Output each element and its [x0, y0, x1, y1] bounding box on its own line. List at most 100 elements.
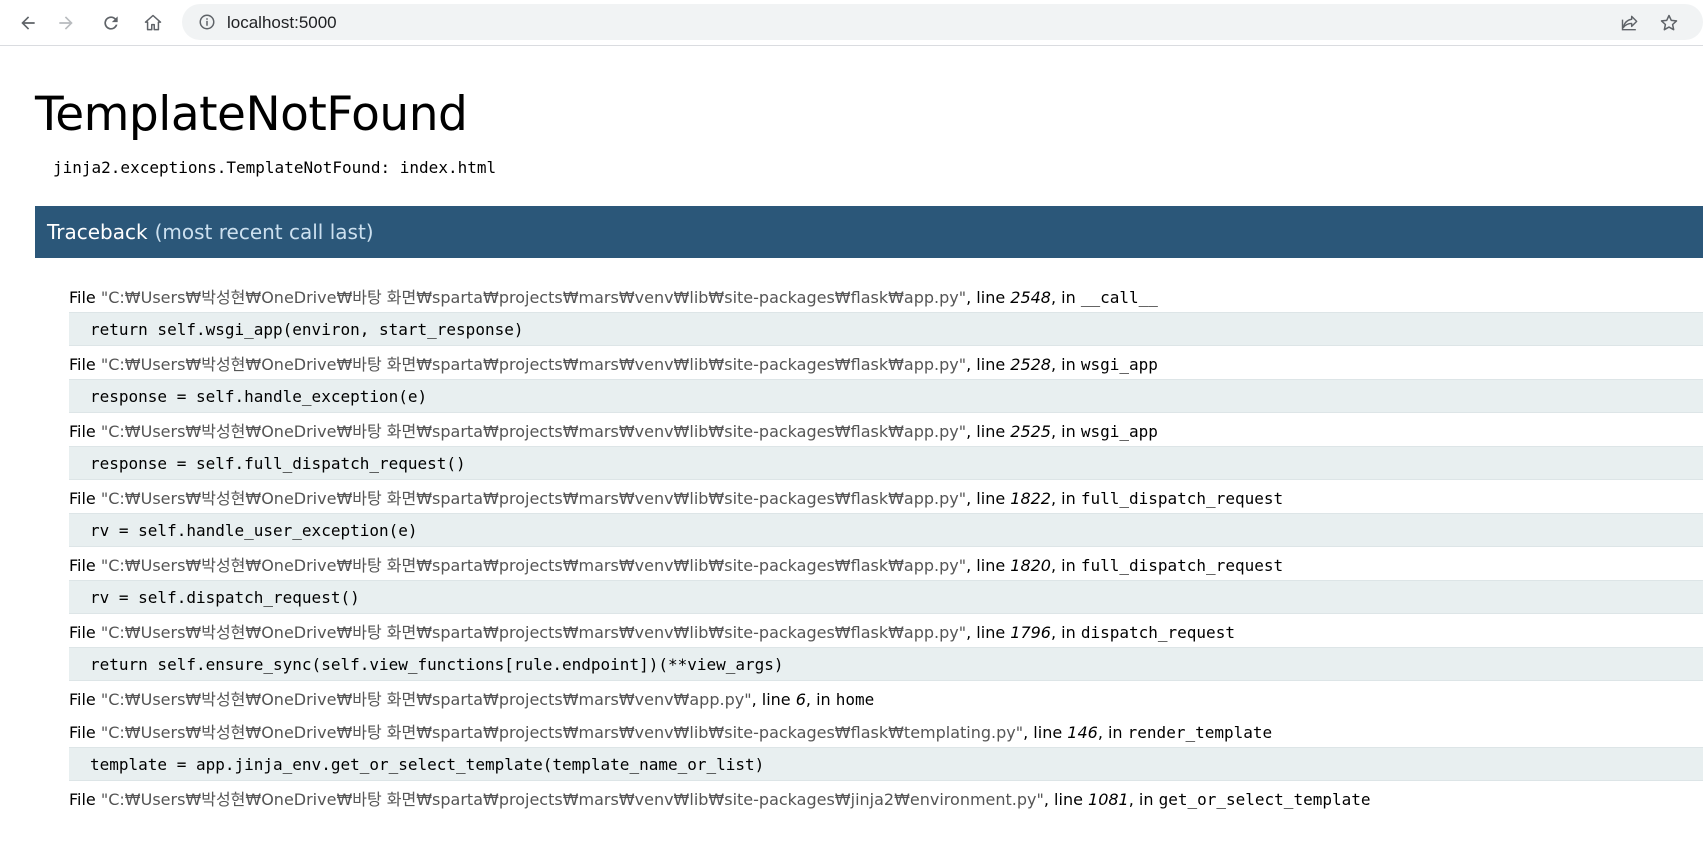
frame-line-label: , line: [966, 355, 1011, 374]
frame-function: wsgi_app: [1080, 355, 1158, 374]
frame-filename: "C:₩Users₩박성현₩OneDrive₩바탕 화면₩sparta₩proj…: [100, 489, 967, 508]
frame-in-label: , in: [805, 690, 836, 709]
frame-line-label: , line: [966, 422, 1011, 441]
traceback-frame: File "C:₩Users₩박성현₩OneDrive₩바탕 화면₩sparta…: [69, 619, 1703, 681]
traceback-frame: File "C:₩Users₩박성현₩OneDrive₩바탕 화면₩sparta…: [69, 786, 1703, 814]
frame-file-prefix: File: [69, 690, 101, 709]
frame-file-prefix: File: [69, 723, 101, 742]
frame-in-label: , in: [1128, 790, 1159, 809]
frame-location: File "C:₩Users₩박성현₩OneDrive₩바탕 화면₩sparta…: [69, 786, 1703, 814]
frame-line-label: , line: [1023, 723, 1068, 742]
traceback-subheading: (most recent call last): [154, 220, 374, 244]
traceback-frame: File "C:₩Users₩박성현₩OneDrive₩바탕 화면₩sparta…: [69, 284, 1703, 346]
frame-location: File "C:₩Users₩박성현₩OneDrive₩바탕 화면₩sparta…: [69, 619, 1703, 647]
traceback-frame: File "C:₩Users₩박성현₩OneDrive₩바탕 화면₩sparta…: [69, 351, 1703, 413]
frame-file-prefix: File: [69, 790, 101, 809]
frame-code[interactable]: template = app.jinja_env.get_or_select_t…: [69, 747, 1703, 781]
frame-function: render_template: [1127, 723, 1273, 742]
share-icon[interactable]: [1620, 13, 1640, 33]
home-button[interactable]: [137, 7, 169, 39]
frame-line-label: , line: [966, 556, 1011, 575]
frame-line-number: 1081: [1088, 790, 1129, 809]
frame-line-label: , line: [966, 288, 1011, 307]
frame-filename: "C:₩Users₩박성현₩OneDrive₩바탕 화면₩sparta₩proj…: [100, 723, 1024, 742]
frame-function: full_dispatch_request: [1080, 556, 1284, 575]
frame-location: File "C:₩Users₩박성현₩OneDrive₩바탕 화면₩sparta…: [69, 418, 1703, 446]
traceback-frame: File "C:₩Users₩박성현₩OneDrive₩바탕 화면₩sparta…: [69, 485, 1703, 547]
frame-line-label: , line: [751, 690, 796, 709]
frame-code[interactable]: rv = self.dispatch_request(): [69, 580, 1703, 614]
frame-line-number: 6: [795, 690, 806, 709]
frame-location: File "C:₩Users₩박성현₩OneDrive₩바탕 화면₩sparta…: [69, 284, 1703, 312]
frame-line-number: 2548: [1010, 288, 1051, 307]
frame-filename: "C:₩Users₩박성현₩OneDrive₩바탕 화면₩sparta₩proj…: [100, 623, 967, 642]
frame-file-prefix: File: [69, 556, 101, 575]
frame-in-label: , in: [1050, 355, 1081, 374]
frame-file-prefix: File: [69, 489, 101, 508]
frame-in-label: , in: [1050, 623, 1081, 642]
frame-code[interactable]: response = self.handle_exception(e): [69, 379, 1703, 413]
forward-button[interactable]: [50, 7, 82, 39]
frame-location: File "C:₩Users₩박성현₩OneDrive₩바탕 화면₩sparta…: [69, 485, 1703, 513]
frame-in-label: , in: [1050, 556, 1081, 575]
frame-code[interactable]: return self.wsgi_app(environ, start_resp…: [69, 312, 1703, 346]
frame-file-prefix: File: [69, 422, 101, 441]
frame-line-number: 2528: [1010, 355, 1051, 374]
error-message: jinja2.exceptions.TemplateNotFound: inde…: [53, 158, 497, 177]
back-button[interactable]: [12, 7, 44, 39]
frame-location: File "C:₩Users₩박성현₩OneDrive₩바탕 화면₩sparta…: [69, 686, 1703, 714]
frame-filename: "C:₩Users₩박성현₩OneDrive₩바탕 화면₩sparta₩proj…: [100, 422, 967, 441]
reload-icon: [104, 16, 118, 30]
frame-line-number: 146: [1067, 723, 1098, 742]
url-text[interactable]: localhost:5000: [227, 13, 337, 33]
frame-file-prefix: File: [69, 288, 101, 307]
address-bar[interactable]: localhost:5000: [182, 4, 1703, 40]
frame-in-label: , in: [1050, 489, 1081, 508]
arrow-right-icon: [59, 16, 73, 30]
page-content: TemplateNotFound jinja2.exceptions.Templ…: [0, 47, 1703, 859]
frame-location: File "C:₩Users₩박성현₩OneDrive₩바탕 화면₩sparta…: [69, 552, 1703, 580]
traceback-frame: File "C:₩Users₩박성현₩OneDrive₩바탕 화면₩sparta…: [69, 552, 1703, 614]
frame-filename: "C:₩Users₩박성현₩OneDrive₩바탕 화면₩sparta₩proj…: [100, 288, 967, 307]
home-icon: [144, 14, 162, 31]
frame-function: __call__: [1080, 288, 1158, 307]
frame-line-number: 1820: [1010, 556, 1051, 575]
frame-filename: "C:₩Users₩박성현₩OneDrive₩바탕 화면₩sparta₩proj…: [100, 355, 967, 374]
frame-line-label: , line: [966, 623, 1011, 642]
traceback-heading: Traceback: [47, 220, 148, 244]
frame-location: File "C:₩Users₩박성현₩OneDrive₩바탕 화면₩sparta…: [69, 351, 1703, 379]
arrow-left-icon: [21, 16, 35, 30]
frame-filename: "C:₩Users₩박성현₩OneDrive₩바탕 화면₩sparta₩proj…: [100, 690, 752, 709]
traceback-frames: File "C:₩Users₩박성현₩OneDrive₩바탕 화면₩sparta…: [69, 279, 1703, 814]
error-title: TemplateNotFound: [35, 87, 468, 142]
reload-button[interactable]: [95, 7, 127, 39]
frame-file-prefix: File: [69, 623, 101, 642]
frame-file-prefix: File: [69, 355, 101, 374]
frame-function: full_dispatch_request: [1080, 489, 1284, 508]
frame-filename: "C:₩Users₩박성현₩OneDrive₩바탕 화면₩sparta₩proj…: [100, 556, 967, 575]
frame-in-label: , in: [1050, 288, 1081, 307]
star-icon[interactable]: [1659, 13, 1679, 33]
frame-line-number: 1822: [1010, 489, 1051, 508]
info-icon[interactable]: [198, 13, 216, 31]
frame-function: home: [835, 690, 875, 709]
frame-function: get_or_select_template: [1158, 790, 1371, 809]
frame-code[interactable]: return self.ensure_sync(self.view_functi…: [69, 647, 1703, 681]
traceback-header[interactable]: Traceback (most recent call last): [35, 206, 1703, 258]
frame-code[interactable]: rv = self.handle_user_exception(e): [69, 513, 1703, 547]
frame-in-label: , in: [1050, 422, 1081, 441]
traceback-frame: File "C:₩Users₩박성현₩OneDrive₩바탕 화면₩sparta…: [69, 686, 1703, 714]
traceback-frame: File "C:₩Users₩박성현₩OneDrive₩바탕 화면₩sparta…: [69, 719, 1703, 781]
frame-line-number: 1796: [1010, 623, 1051, 642]
traceback-frame: File "C:₩Users₩박성현₩OneDrive₩바탕 화면₩sparta…: [69, 418, 1703, 480]
browser-toolbar: localhost:5000: [0, 0, 1703, 46]
frame-line-label: , line: [966, 489, 1011, 508]
frame-function: dispatch_request: [1080, 623, 1235, 642]
frame-in-label: , in: [1097, 723, 1128, 742]
frame-line-label: , line: [1043, 790, 1089, 809]
frame-filename: "C:₩Users₩박성현₩OneDrive₩바탕 화면₩sparta₩proj…: [100, 790, 1044, 809]
frame-code[interactable]: response = self.full_dispatch_request(): [69, 446, 1703, 480]
frame-function: wsgi_app: [1080, 422, 1158, 441]
frame-line-number: 2525: [1010, 422, 1051, 441]
frame-location: File "C:₩Users₩박성현₩OneDrive₩바탕 화면₩sparta…: [69, 719, 1703, 747]
